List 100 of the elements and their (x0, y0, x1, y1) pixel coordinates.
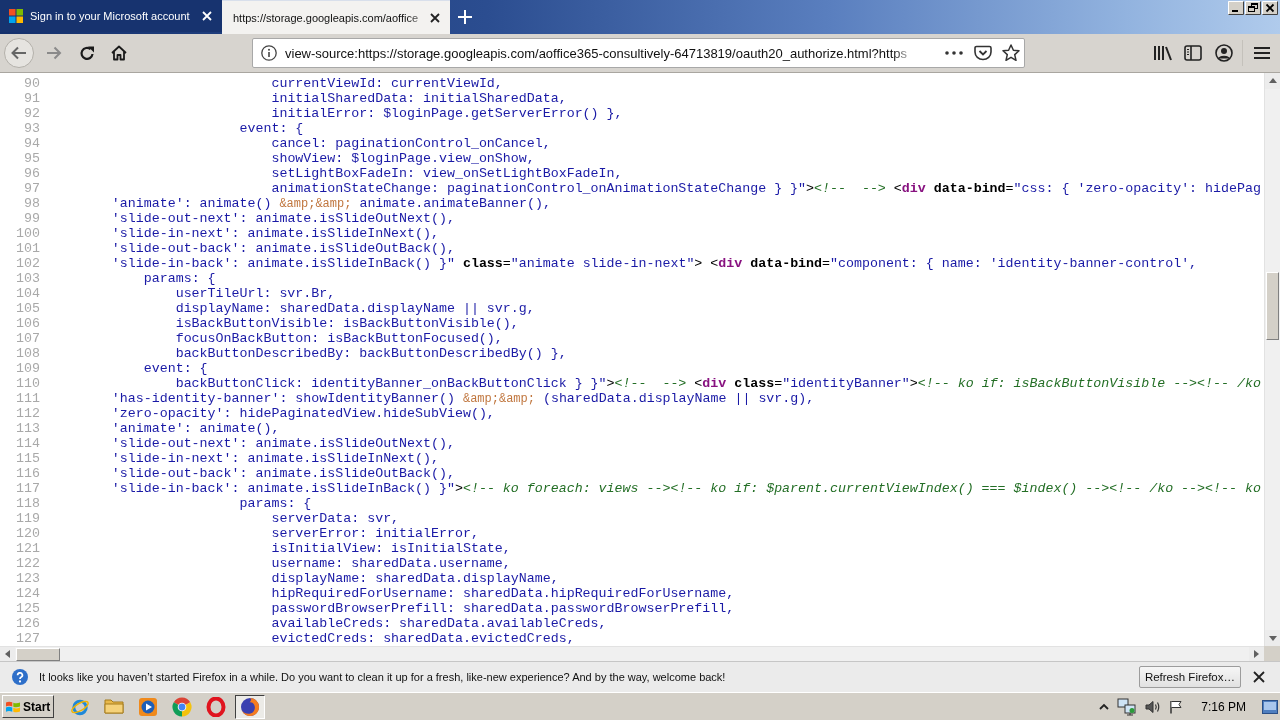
menu-icon[interactable] (1254, 46, 1270, 60)
code-line: availableCreds: sharedData.availableCreds, (271, 616, 607, 631)
line-number: 111 (15, 391, 40, 406)
line-number: 100 (15, 226, 40, 241)
line-number: 123 (15, 571, 40, 586)
code-line: userTileUrl: svr.Br, (175, 286, 336, 301)
wrapped-globe-icon (240, 696, 261, 717)
restore-icon[interactable] (1245, 1, 1261, 15)
segmented-circle-icon[interactable] (172, 696, 193, 717)
chevron-up-icon[interactable] (1099, 703, 1110, 710)
scrollbar-thumb[interactable] (16, 647, 60, 661)
code-line: 'zero-opacity': hidePaginatedView.hideSubView(), (111, 406, 495, 421)
line-number: 104 (15, 286, 40, 301)
code-line: backButtonClick: identityBanner_onBackButtonClick } }"><!-- --> <div class="identityBanner"><!-- ko if: isBackButtonVisible --><!-- /ko (175, 376, 1261, 391)
code-line: initialError: $loginPage.getServerError() }, (271, 106, 623, 121)
address-field[interactable]: view-source:https://storage.googleapis.com/aoffice365-consultively-64713819/oauth20_authorize.html?https (252, 38, 1025, 68)
code-line: 'slide-out-back': animate.isSlideOutBack(), (111, 466, 455, 481)
close-icon[interactable] (1253, 671, 1265, 683)
code-line: serverError: initialError, (271, 526, 479, 541)
code-line: 'slide-in-back': animate.isSlideInBack() }"><!-- ko foreach: views --><!-- ko if: $parent.currentViewIndex() === $index() --><!-- /ko --><!-- ko (111, 481, 1261, 496)
line-number: 127 (15, 631, 40, 646)
line-number: 105 (15, 301, 40, 316)
reload-icon[interactable] (79, 45, 95, 61)
code-line: setLightBoxFadeIn: view_onSetLightBoxFadeIn, (271, 166, 623, 181)
line-number: 121 (15, 541, 40, 556)
line-number: 126 (15, 616, 40, 631)
code-line: params: { (143, 271, 216, 286)
browser-tab[interactable]: https://storage.googleapis.com/aoffice (222, 0, 450, 34)
code-line: backButtonDescribedBy: backButtonDescribedBy() }, (175, 346, 567, 361)
line-number: 113 (15, 421, 40, 436)
user-circle-icon[interactable] (1215, 44, 1233, 62)
code-line: 'slide-out-next': animate.isSlideOutNext(), (111, 211, 455, 226)
code-line: evictedCreds: sharedData.evictedCreds, (271, 631, 575, 646)
network-monitor-icon[interactable] (1117, 697, 1138, 716)
chevron-shield-icon[interactable] (974, 45, 992, 61)
minimize-icon[interactable] (1228, 1, 1244, 15)
code-line: isBackButtonVisible: isBackButtonVisible(), (175, 316, 519, 331)
code-line: params: { (239, 496, 312, 511)
line-number: 110 (15, 376, 40, 391)
line-number: 96 (23, 166, 40, 181)
plus-icon[interactable] (458, 10, 472, 24)
code-line: username: sharedData.username, (271, 556, 511, 571)
line-number: 125 (15, 601, 40, 616)
clock-time: 7:16 PM (1201, 699, 1246, 714)
line-number: 106 (15, 316, 40, 331)
code-line: 'has-identity-banner': showIdentityBanner() &amp;&amp; (sharedData.displayName || svr.g), (111, 391, 815, 406)
line-number: 91 (23, 91, 40, 106)
line-number: 120 (15, 526, 40, 541)
line-number: 99 (23, 211, 40, 226)
home-icon[interactable] (111, 45, 127, 61)
code-line: showView: $loginPage.view_onShow, (271, 151, 535, 166)
sidebar-icon[interactable] (1184, 45, 1202, 61)
speaker-icon[interactable] (1145, 699, 1162, 714)
bookshelf-icon[interactable] (1153, 45, 1173, 61)
four-squares-icon (9, 9, 23, 23)
line-number: 122 (15, 556, 40, 571)
code-line: isInitialView: isInitialState, (271, 541, 511, 556)
line-number: 92 (23, 106, 40, 121)
scrollbar-corner (1264, 646, 1280, 661)
flag-icon[interactable] (1169, 699, 1184, 714)
start-button[interactable]: Start (2, 695, 55, 718)
line-number: 109 (15, 361, 40, 376)
line-number: 118 (15, 496, 40, 511)
close-icon[interactable] (1262, 1, 1278, 15)
code-line: displayName: sharedData.displayName, (271, 571, 559, 586)
refresh-firefox-button[interactable]: Refresh Firefox… (1138, 666, 1241, 688)
code-line: currentViewId: currentViewId, (271, 76, 503, 91)
line-number: 108 (15, 346, 40, 361)
code-line: 'slide-in-back': animate.isSlideInBack() }" class="animate slide-in-next"> <div data-bind="component: { name: 'identity-banner-control', (111, 256, 1198, 271)
notification-message: It looks like you haven’t started Firefox in a while. Do you want to clean it up for a fresh, like-new experience? And by the way, welcome back! (39, 671, 726, 683)
code-line: 'slide-in-next': animate.isSlideInNext(), (111, 451, 439, 466)
code-line: displayName: sharedData.displayName || svr.g, (175, 301, 535, 316)
close-icon[interactable] (430, 12, 440, 23)
info-icon[interactable] (261, 45, 277, 61)
code-line: event: { (239, 121, 304, 136)
line-number: 97 (23, 181, 40, 196)
code-line: initialSharedData: initialSharedData, (271, 91, 567, 106)
code-line: 'slide-out-back': animate.isSlideOutBack(), (111, 241, 455, 256)
star-icon[interactable] (1002, 44, 1020, 62)
line-number: 103 (15, 271, 40, 286)
taskbar-button[interactable] (235, 694, 266, 719)
help-icon (12, 669, 28, 685)
line-number: 94 (23, 136, 40, 151)
more-icon[interactable] (945, 51, 963, 55)
line-number: 101 (15, 241, 40, 256)
code-line: serverData: svr, (271, 511, 400, 526)
line-number: 90 (23, 76, 40, 91)
ring-icon[interactable] (206, 696, 227, 717)
line-number: 119 (15, 511, 40, 526)
code-line: hipRequiredForUsername: sharedData.hipRequiredForUsername, (271, 586, 735, 601)
line-number: 98 (23, 196, 40, 211)
code-line: 'animate': animate() &amp;&amp; animate.animateBanner(), (111, 196, 551, 211)
play-tile-icon[interactable] (138, 696, 159, 717)
code-line: 'animate': animate(), (111, 421, 280, 436)
scrollbar-thumb[interactable] (1266, 272, 1279, 340)
desktop-tile-icon[interactable] (1262, 699, 1278, 714)
line-number: 114 (15, 436, 40, 451)
line-number: 107 (15, 331, 40, 346)
code-line: passwordBrowserPrefill: sharedData.passwordBrowserPrefill, (271, 601, 735, 616)
code-line: animationStateChange: paginationControl_onAnimationStateChange } }"><!-- --> <div data-bind="css: { 'zero-opacity': hidePag (271, 181, 1261, 196)
